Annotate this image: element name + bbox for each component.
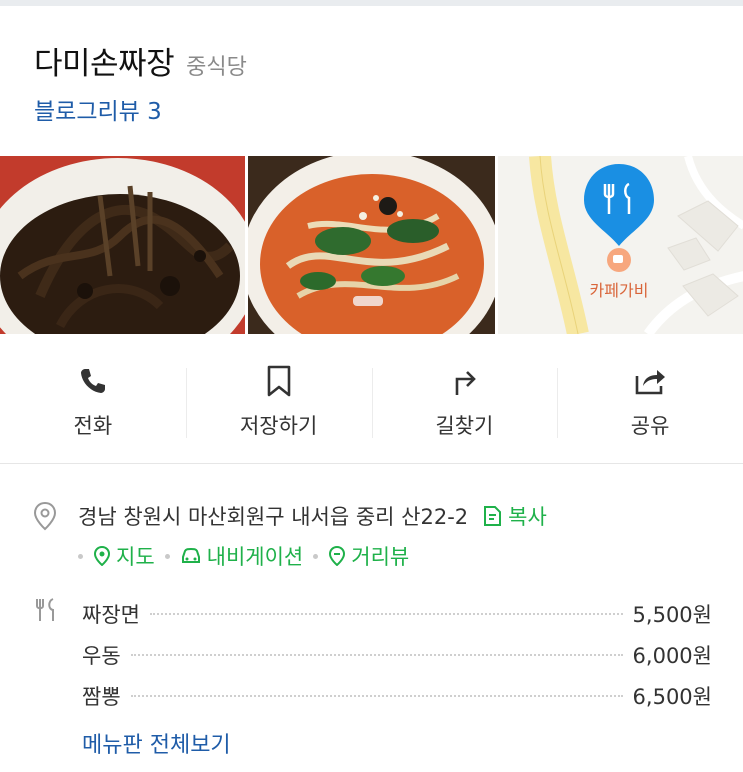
streetview-icon [329, 546, 346, 566]
streetview-link-label: 거리뷰 [351, 545, 410, 569]
car-icon [181, 548, 200, 563]
leader-dots [149, 612, 623, 615]
menu-item-name: 우동 [82, 643, 121, 668]
photo-jjamppong[interactable] [248, 156, 495, 334]
copy-address-button[interactable]: 복사 [482, 501, 547, 531]
fork-knife-icon [36, 598, 54, 621]
call-button[interactable]: 전화 [0, 334, 186, 463]
address-row: 경남 창원시 마산회원구 내서읍 중리 산22-2 복사 [32, 501, 547, 531]
streetview-link[interactable]: 거리뷰 [328, 541, 409, 571]
leader-dots [130, 694, 623, 697]
map-link-label: 지도 [116, 545, 155, 569]
action-bar: 전화 저장하기 길찾기 공유 [0, 334, 743, 464]
navigation-link[interactable]: 내비게이션 [180, 541, 304, 571]
map-pin-icon [93, 546, 111, 566]
navigation-link-label: 내비게이션 [206, 545, 304, 569]
phone-icon [76, 364, 110, 398]
photo-strip: 카페가비 [0, 156, 743, 334]
menu-list: 짜장면 5,500원 우동 6,000원 짬뽕 6,500원 [82, 593, 712, 716]
directions-icon [447, 364, 481, 398]
save-button[interactable]: 저장하기 [185, 334, 372, 463]
call-label: 전화 [73, 414, 113, 438]
place-header: 다미손짜장 중식당 블로그리뷰 3 [0, 6, 743, 156]
location-pin-icon [33, 501, 57, 531]
separator-dot [164, 553, 170, 559]
map-preview[interactable]: 카페가비 [498, 156, 743, 334]
place-category: 중식당 [186, 55, 247, 80]
map-link[interactable]: 지도 [93, 541, 155, 571]
menu-item-price: 5,500원 [632, 602, 712, 627]
menu-item: 짬뽕 6,500원 [82, 675, 712, 716]
directions-label: 길찾기 [435, 414, 494, 438]
separator-dot [313, 553, 319, 559]
view-full-menu-link[interactable]: 메뉴판 전체보기 [82, 727, 231, 759]
menu-item: 우동 6,000원 [82, 634, 712, 675]
photo-jjajangmyeon[interactable] [0, 156, 245, 334]
menu-item: 짜장면 5,500원 [82, 593, 712, 634]
address-links: 지도 내비게이션 거리뷰 [78, 541, 409, 571]
share-label: 공유 [630, 414, 670, 438]
directions-button[interactable]: 길찾기 [371, 334, 558, 463]
leader-dots [130, 653, 623, 656]
share-button[interactable]: 공유 [557, 334, 743, 463]
place-name: 다미손짜장 [34, 46, 175, 82]
separator-dot [78, 553, 83, 559]
menu-item-name: 짬뽕 [82, 684, 121, 709]
copy-label: 복사 [508, 505, 547, 529]
info-section: 경남 창원시 마산회원구 내서읍 중리 산22-2 복사 지도 내비게이션 거리… [0, 465, 743, 772]
menu-item-price: 6,500원 [632, 684, 712, 709]
bookmark-icon [262, 364, 296, 398]
blog-review-link[interactable]: 블로그리뷰 3 [34, 92, 162, 126]
title-row: 다미손짜장 중식당 [34, 38, 247, 83]
address-text: 경남 창원시 마산회원구 내서읍 중리 산22-2 [78, 505, 469, 529]
share-icon [633, 364, 667, 398]
map-place-label: 카페가비 [590, 281, 649, 300]
menu-item-price: 6,000원 [632, 643, 712, 668]
copy-icon [484, 506, 502, 526]
menu-item-name: 짜장면 [82, 602, 140, 627]
save-label: 저장하기 [239, 414, 318, 438]
